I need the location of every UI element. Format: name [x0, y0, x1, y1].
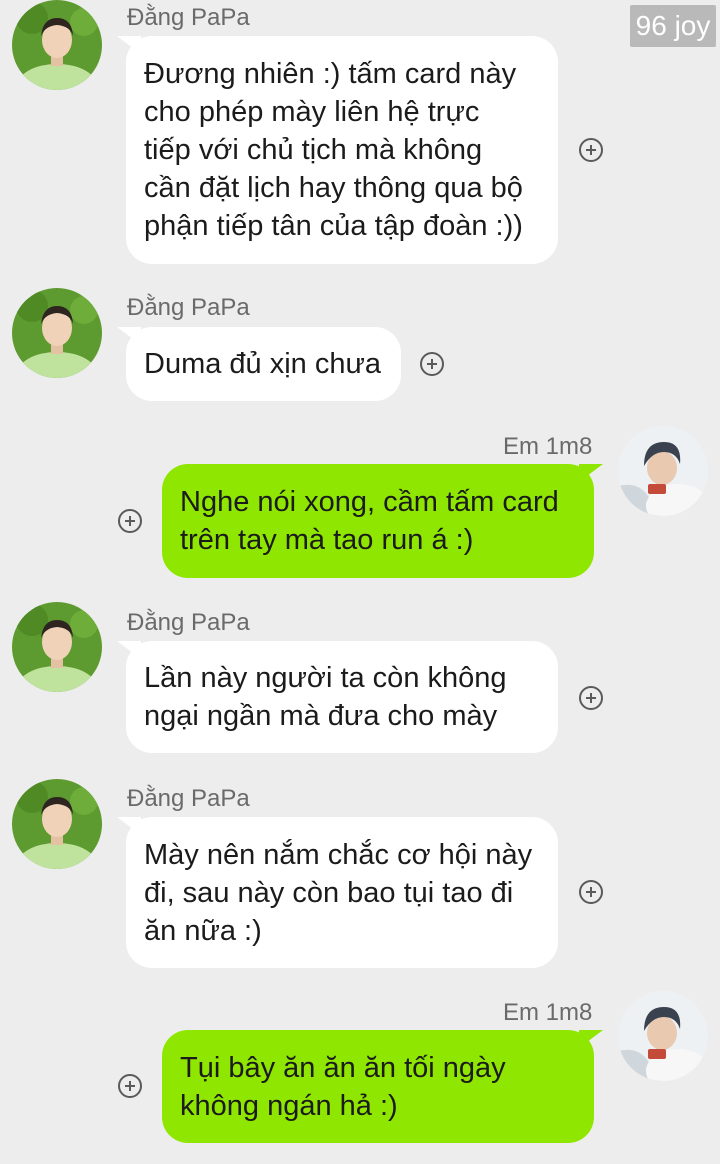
- message-bubble[interactable]: Nghe nói xong, cầm tấm card trên tay mà …: [162, 464, 603, 578]
- message-line: Đương nhiên :) tấm card này: [144, 58, 517, 90]
- message-line: Duma đủ xịn chưa: [144, 348, 382, 380]
- avatar-dang-papa-icon: [12, 0, 102, 90]
- avatar[interactable]: [12, 0, 102, 90]
- message-bubble[interactable]: Mày nên nắm chắc cơ hội này đi, sau này …: [117, 817, 558, 968]
- avatar[interactable]: [618, 426, 708, 516]
- message-line: đi, sau này còn bao tụi tao đi: [144, 877, 514, 909]
- plus-circle-icon[interactable]: [118, 509, 142, 533]
- avatar-em-1m8-icon: [618, 991, 708, 1081]
- message-bubble[interactable]: Tụi bây ăn ăn ăn tối ngày không ngán hả …: [162, 1030, 603, 1143]
- sender-name: Đằng PaPa: [127, 294, 250, 321]
- message-line: ngại ngần mà đưa cho mày: [144, 700, 498, 732]
- plus-circle-icon[interactable]: [420, 352, 444, 376]
- avatar-em-1m8-icon: [618, 426, 708, 516]
- avatar[interactable]: [618, 991, 708, 1081]
- avatar[interactable]: [12, 779, 102, 869]
- message-bubble[interactable]: Đương nhiên :) tấm card này cho phép mày…: [117, 36, 558, 264]
- message-line: ăn nữa :): [144, 915, 262, 947]
- avatar[interactable]: [12, 288, 102, 378]
- plus-circle-icon[interactable]: [118, 1074, 142, 1098]
- avatar[interactable]: [12, 602, 102, 692]
- avatar-dang-papa-icon: [12, 602, 102, 692]
- sender-name: Đằng PaPa: [127, 785, 250, 812]
- message-line: Tụi bây ăn ăn ăn tối ngày: [180, 1052, 506, 1084]
- sender-name: Đằng PaPa: [127, 4, 250, 31]
- message-bubble[interactable]: Lần này người ta còn không ngại ngần mà …: [117, 641, 558, 753]
- plus-circle-icon[interactable]: [579, 138, 603, 162]
- sender-name: Em 1m8: [503, 999, 593, 1026]
- message-line: Lần này người ta còn không: [144, 662, 507, 694]
- message-line: cho phép mày liên hệ trực: [144, 96, 480, 128]
- message-line: cần đặt lịch hay thông qua bộ: [144, 172, 523, 204]
- message-line: không ngán hả :): [180, 1090, 398, 1122]
- sender-name: Đằng PaPa: [127, 609, 250, 636]
- avatar-dang-papa-icon: [12, 779, 102, 869]
- message-line: phận tiếp tân của tập đoàn :)): [144, 210, 523, 242]
- message-line: trên tay mà tao run á :): [180, 524, 474, 556]
- message-line: Mày nên nắm chắc cơ hội này: [144, 839, 533, 871]
- avatar-dang-papa-icon: [12, 288, 102, 378]
- plus-circle-icon[interactable]: [579, 880, 603, 904]
- message-line: tiếp với chủ tịch mà không: [144, 134, 483, 166]
- sender-name: Em 1m8: [503, 433, 593, 460]
- plus-circle-icon[interactable]: [579, 686, 603, 710]
- message-bubble[interactable]: Duma đủ xịn chưa: [117, 327, 401, 401]
- watermark: 96 joy: [630, 5, 716, 47]
- message-line: Nghe nói xong, cầm tấm card: [180, 486, 559, 518]
